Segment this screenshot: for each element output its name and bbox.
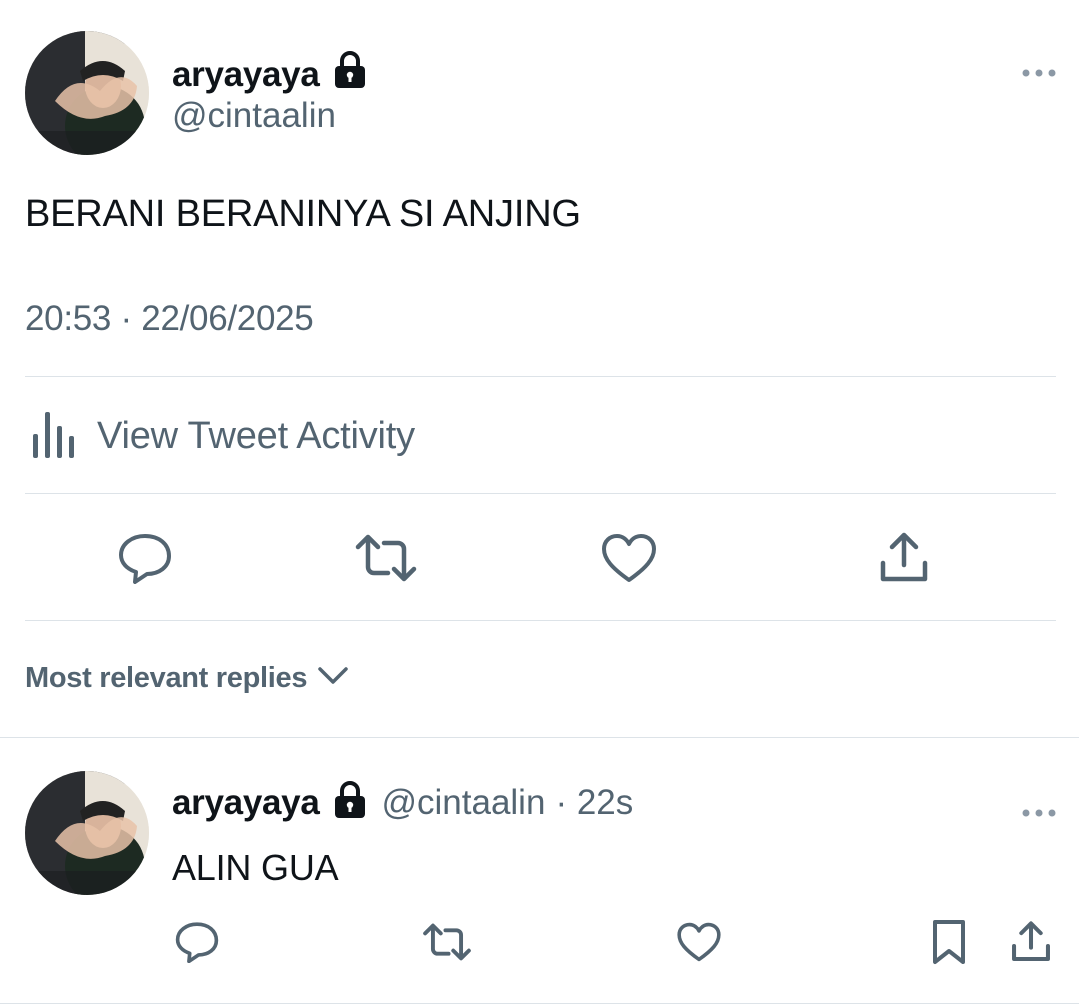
reply-reply-button[interactable]	[172, 918, 222, 966]
bookmark-button[interactable]	[926, 916, 972, 968]
tweet-text: BERANI BERANINYA SI ANJING	[25, 193, 581, 235]
divider	[25, 493, 1056, 494]
reply-age[interactable]: · 22s	[555, 783, 633, 823]
reply-author-handle[interactable]: @cintaalin	[381, 783, 545, 823]
user-avatar[interactable]	[25, 31, 149, 155]
reply-avatar[interactable]	[25, 771, 149, 895]
like-button[interactable]	[597, 528, 661, 588]
avatar-image	[25, 31, 149, 155]
reply-share-button[interactable]	[1008, 916, 1054, 968]
retweet-icon	[355, 534, 417, 582]
author-handle[interactable]: @cintaalin	[172, 96, 336, 136]
replies-sort-label: Most relevant replies	[25, 662, 308, 694]
more-options-icon[interactable]	[1021, 792, 1057, 826]
reply-icon	[175, 922, 219, 963]
share-icon	[1012, 921, 1050, 961]
view-tweet-activity-label: View Tweet Activity	[97, 415, 415, 457]
view-tweet-activity-link[interactable]: View Tweet Activity	[25, 408, 415, 465]
divider	[25, 376, 1056, 377]
divider	[25, 620, 1056, 621]
reply-button[interactable]	[113, 528, 177, 588]
retweet-button[interactable]	[354, 528, 418, 588]
reply-text: ALIN GUA	[172, 847, 339, 888]
reply-retweet-button[interactable]	[420, 918, 474, 966]
bar-chart-icon	[25, 408, 81, 465]
retweet-icon	[423, 923, 471, 961]
share-icon	[880, 532, 928, 582]
replies-sort-dropdown[interactable]: Most relevant replies	[25, 662, 349, 695]
lock-icon	[333, 50, 367, 99]
divider	[0, 737, 1079, 738]
author-name-row[interactable]: aryayaya	[172, 50, 367, 99]
divider	[0, 1003, 1079, 1004]
reply-author-name[interactable]: aryayaya	[172, 783, 320, 823]
tweet-timestamp[interactable]: 20:53 · 22/06/2025	[25, 299, 314, 339]
reply-icon	[119, 534, 171, 584]
reply-header: aryayaya @cintaalin · 22s	[172, 780, 633, 825]
bookmark-icon	[933, 920, 965, 964]
heart-icon	[602, 534, 656, 582]
more-options-icon[interactable]	[1021, 52, 1057, 86]
lock-icon	[333, 780, 367, 825]
share-button[interactable]	[872, 528, 936, 588]
chevron-down-icon	[317, 666, 349, 691]
avatar-image	[25, 771, 149, 895]
heart-icon	[677, 922, 721, 962]
author-display-name[interactable]: aryayaya	[172, 55, 320, 95]
reply-like-button[interactable]	[674, 918, 724, 966]
